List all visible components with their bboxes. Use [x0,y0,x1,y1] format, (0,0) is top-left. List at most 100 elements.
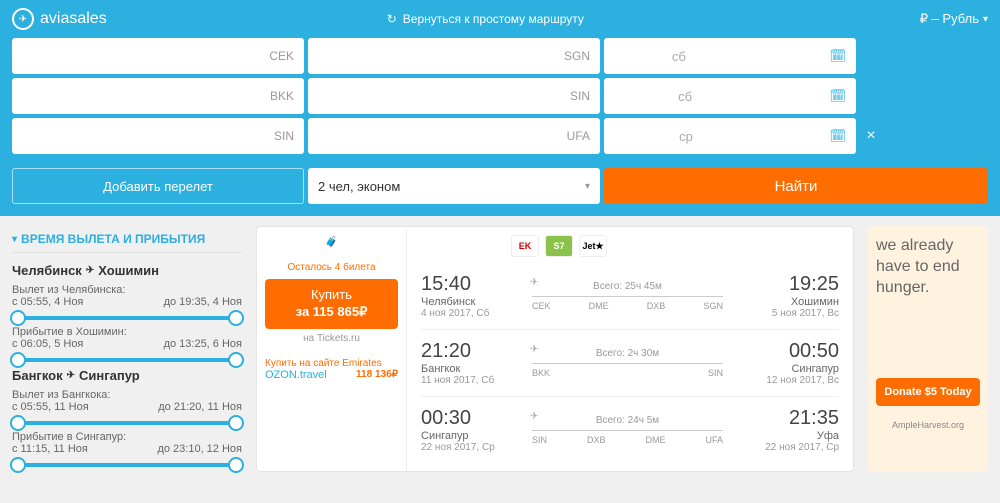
origin-field[interactable]: Сингапур SIN [12,118,304,154]
ad-headline: we already have to end hunger. [876,236,980,298]
topbar: ✈ aviasales ↻ Вернуться к простому маршр… [0,0,1000,38]
departure-block: 21:20 Бангкок 11 ноя 2017, Сб [421,340,526,386]
plane-icon: ✈ [530,411,538,422]
pax-value: 2 чел, эконом [318,179,400,194]
calendar-icon: 🗓 [829,128,846,144]
arrival-block: 00:50 Сингапур 12 ноя 2017, Вс [729,340,839,386]
date-day: сб [678,89,692,104]
origin-code: CEK [269,49,294,63]
buy-column: 🧳 Осталось 4 билета Купить за 115 865₽ н… [257,227,407,471]
flight-segment: 00:30 Сингапур 22 ноя 2017, Ср ✈ Всего: … [421,396,839,463]
search-button[interactable]: Найти [604,168,988,204]
stop-codes: CEKDMEDXBSGN [532,301,723,311]
airline-badge: Jet★ [579,235,607,257]
agent-label: на Tickets.ru [265,333,398,344]
duration: Всего: 2ч 30м [532,348,723,359]
filter-section-header[interactable]: ▾ ВРЕМЯ ВЫЛЕТА И ПРИБЫТИЯ [12,226,242,253]
dep-city: Челябинск [421,296,526,308]
refresh-icon: ↻ [387,12,397,26]
time-slider[interactable] [12,421,242,425]
date-value: 4 ноября [614,49,668,64]
dest-code: SGN [564,49,590,63]
ad-footer: AmpleHarvest.org [876,420,980,430]
arr-city: Уфа [729,430,839,442]
date-field[interactable]: 22 ноябряср🗓 [604,118,856,154]
date-field[interactable]: 4 ноябрясб🗓 [604,38,856,74]
date-field[interactable]: 11 ноябрясб🗓 [604,78,856,114]
time-slider[interactable] [12,358,242,362]
flight-row-3: Сингапур SIN Уфа UFA 22 ноябряср🗓 × [12,118,988,154]
donate-button[interactable]: Donate $5 Today [876,378,980,406]
dest-value: Хошимин [318,49,375,64]
filter-header-label: ВРЕМЯ ВЫЛЕТА И ПРИБЫТИЯ [21,232,205,246]
filter-route: Челябинск ✈ Хошимин [12,263,242,278]
remove-row-button[interactable]: × [860,127,882,145]
duration: Всего: 24ч 5м [532,415,723,426]
alt-price: 118 136₽ [356,369,398,380]
arrival-block: 21:35 Уфа 22 ноя 2017, Ср [729,407,839,453]
origin-value: Челябинск [22,49,86,64]
currency-selector[interactable]: ₽ – Рубль ▾ [920,11,988,27]
origin-field[interactable]: Челябинск CEK [12,38,304,74]
date-value: 22 ноября [614,129,675,144]
results-area: ▾ ВРЕМЯ ВЫЛЕТА И ПРИБЫТИЯ Челябинск ✈ Хош… [0,216,1000,482]
arr-time: 00:50 [729,340,839,363]
dest-value: Уфа [318,129,344,144]
filters-sidebar: ▾ ВРЕМЯ ВЫЛЕТА И ПРИБЫТИЯ Челябинск ✈ Хош… [12,226,242,472]
alt-offer: Купить на сайте Emirates OZON.travel 118… [265,358,398,381]
filter-range: с 05:55, 4 Ноядо 19:35, 4 Ноя [12,296,242,308]
time-slider[interactable] [12,316,242,320]
route-timeline: ✈ Всего: 25ч 45м CEKDMEDXBSGN [526,281,729,311]
dest-code: SIN [570,89,590,103]
baggage-icon: 🧳 [265,237,398,248]
origin-field[interactable]: БангкокBKK [12,78,304,114]
search-actions: Добавить перелет 2 чел, эконом ▾ Найти [0,168,1000,216]
destination-field[interactable]: Хошимин SGN [308,38,600,74]
departure-block: 15:40 Челябинск 4 ноя 2017, Сб [421,273,526,319]
brand-name: aviasales [40,10,107,28]
dep-city: Бангкок [421,363,526,375]
buy-price: за 115 865₽ [277,304,386,321]
filter-range: с 11:15, 11 Ноядо 23:10, 12 Ноя [12,443,242,455]
origin-code: SIN [274,129,294,143]
flight-segment: 15:40 Челябинск 4 ноя 2017, Сб ✈ Всего: … [421,263,839,329]
airline-badge: S7 [545,235,573,257]
airline-logos: EK S7 Jet★ [421,235,839,257]
back-to-simple-link[interactable]: ↻ Вернуться к простому маршруту [387,12,584,26]
arr-time: 19:25 [729,273,839,296]
stop-codes: SINDXBDMEUFA [532,435,723,445]
origin-value: Сингапур [22,129,78,144]
logo[interactable]: ✈ aviasales [12,8,107,30]
dest-value: Сингапур [318,89,374,104]
destination-field[interactable]: Сингапур SIN [308,78,600,114]
arr-city: Сингапур [729,363,839,375]
passengers-field[interactable]: 2 чел, эконом ▾ [308,168,600,204]
filter-label: Вылет из Челябинска: [12,284,242,296]
route-timeline: ✈ Всего: 2ч 30м BKKSIN [526,348,729,378]
dep-date: 22 ноя 2017, Ср [421,442,526,453]
dep-date: 11 ноя 2017, Сб [421,375,526,386]
add-flight-button[interactable]: Добавить перелет [12,168,304,204]
filter-range: с 06:05, 5 Ноядо 13:25, 6 Ноя [12,338,242,350]
plane-icon: ✈ [530,344,538,355]
dep-date: 4 ноя 2017, Сб [421,308,526,319]
results-list: 🧳 Осталось 4 билета Купить за 115 865₽ н… [256,226,854,472]
chevron-down-icon: ▾ [983,14,988,25]
buy-button[interactable]: Купить за 115 865₽ [265,279,398,329]
alt-agent-link[interactable]: OZON.travel [265,369,327,381]
chevron-down-icon: ▾ [12,234,17,245]
destination-field[interactable]: Уфа UFA [308,118,600,154]
departure-block: 00:30 Сингапур 22 ноя 2017, Ср [421,407,526,453]
filter-label: Прибытие в Хошимин: [12,326,242,338]
back-link-label: Вернуться к простому маршруту [403,12,584,26]
arr-time: 21:35 [729,407,839,430]
origin-code: BKK [270,89,294,103]
plane-icon: ✈ [530,277,538,288]
airline-badge: EK [511,235,539,257]
time-slider[interactable] [12,463,242,467]
route-timeline: ✈ Всего: 24ч 5м SINDXBDMEUFA [526,415,729,445]
flight-row-1: Челябинск CEK Хошимин SGN 4 ноябрясб🗓 [12,38,988,74]
chevron-down-icon: ▾ [585,181,590,192]
filter-label: Прибытие в Сингапур: [12,431,242,443]
dest-code: UFA [567,129,590,143]
